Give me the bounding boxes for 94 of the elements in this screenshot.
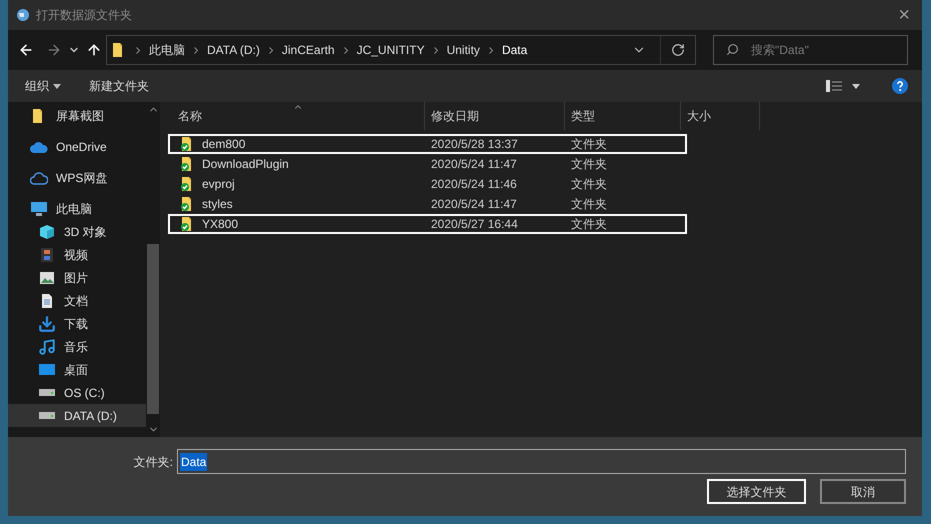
music-note-icon (38, 338, 56, 356)
breadcrumb[interactable]: DATA (D:) (207, 41, 260, 59)
sidebar-item-label: 3D 对象 (64, 224, 107, 240)
document-icon (41, 292, 53, 308)
cloud-icon (30, 140, 48, 152)
file-name: styles (202, 196, 233, 213)
download-icon (38, 314, 56, 332)
sidebar-item-label: 文档 (64, 292, 88, 310)
new-folder-button[interactable]: 新建文件夹 (89, 77, 149, 95)
sidebar-item-label: 下载 (64, 316, 88, 332)
file-name: DownloadPlugin (202, 156, 289, 173)
monitor-icon (30, 200, 48, 216)
file-type: 文件夹 (570, 136, 607, 153)
sidebar-item[interactable]: 桌面 (8, 358, 146, 381)
drive-icon (39, 389, 55, 396)
sidebar-item-label: OS (C:) (64, 384, 105, 402)
sidebar-item-label: DATA (D:) (64, 408, 117, 424)
file-row[interactable]: evproj 2020/5/24 11:46 文件夹 (168, 174, 687, 194)
sidebar-item-label: 此电脑 (56, 200, 92, 218)
address-bar[interactable]: 此电脑 DATA (D:) JinCEarth JC_UNITITY Unitity Data (106, 35, 696, 65)
sidebar-item[interactable]: OS (C:) (8, 381, 146, 404)
search-icon (726, 43, 739, 56)
chevron-icon (136, 46, 140, 54)
view-details-icon[interactable] (826, 80, 842, 92)
sidebar-item[interactable]: DATA (D:) (8, 404, 146, 427)
sidebar-item[interactable]: 3D 对象 (8, 220, 146, 243)
file-type: 文件夹 (570, 176, 607, 193)
sidebar-item[interactable]: 下载 (8, 312, 146, 335)
chevron-icon (434, 46, 438, 54)
refresh-icon[interactable] (671, 43, 685, 57)
organize-button[interactable]: 组织 (25, 77, 61, 95)
sidebar-item[interactable]: 视频 (8, 243, 146, 266)
breadcrumb[interactable]: 此电脑 (149, 41, 185, 59)
sidebar-item[interactable]: WPS网盘 (8, 166, 146, 189)
cloud-icon (30, 170, 48, 184)
breadcrumb[interactable]: Unitity (446, 41, 480, 59)
sidebar-item-label: WPS网盘 (56, 170, 108, 186)
column-header[interactable]: 大小 (681, 102, 760, 130)
chevron-icon (268, 46, 273, 54)
chevron-icon (194, 46, 198, 54)
drive-icon (39, 412, 55, 419)
modified-date: 2020/5/24 11:46 (430, 176, 518, 193)
help-icon[interactable] (892, 78, 908, 94)
sidebar-item[interactable]: 屏幕截图 (8, 104, 146, 127)
column-header[interactable]: 修改日期 (425, 102, 565, 130)
sidebar-item[interactable]: 文档 (8, 289, 146, 312)
breadcrumb[interactable]: JC_UNITITY (356, 41, 425, 59)
sidebar-item-label: 音乐 (64, 338, 88, 356)
breadcrumb[interactable]: JinCEarth (282, 41, 335, 59)
chevron-icon (344, 46, 348, 54)
folder-input[interactable]: Data (177, 449, 906, 474)
chevron-icon (488, 46, 493, 54)
modified-date: 2020/5/28 13:37 (430, 136, 519, 153)
column-header[interactable]: 类型 (565, 102, 681, 130)
folder-label: 文件夹: (134, 454, 173, 470)
cube-icon (39, 224, 55, 240)
sidebar-item[interactable]: OneDrive (8, 135, 146, 158)
search-field[interactable]: 搜索"Data" (713, 35, 908, 65)
modified-date: 2020/5/24 11:47 (430, 196, 518, 213)
back-icon[interactable] (18, 42, 34, 58)
select-folder-button[interactable]: 选择文件夹 (707, 479, 806, 504)
globe-icon (16, 8, 30, 22)
up-icon[interactable] (86, 42, 102, 58)
file-type: 文件夹 (570, 156, 607, 173)
cancel-button[interactable]: 取消 (820, 479, 906, 504)
modified-date: 2020/5/27 16:44 (430, 216, 519, 233)
file-name: YX800 (202, 216, 238, 233)
file-row[interactable]: DownloadPlugin 2020/5/24 11:47 文件夹 (168, 154, 687, 174)
sidebar-item-label: 图片 (64, 270, 88, 286)
breadcrumb[interactable]: Data (502, 41, 528, 59)
modified-date: 2020/5/24 11:47 (430, 156, 518, 173)
sidebar-item[interactable]: 音乐 (8, 335, 146, 358)
film-icon (40, 246, 54, 262)
file-type: 文件夹 (570, 216, 607, 233)
file-name: dem800 (202, 136, 246, 153)
caret-icon[interactable] (852, 84, 860, 88)
image-icon (39, 270, 55, 284)
column-header[interactable]: 名称 (160, 102, 425, 130)
file-name: evproj (202, 176, 235, 193)
forward-icon[interactable] (46, 42, 62, 58)
close-button[interactable]: × (894, 5, 914, 25)
file-type: 文件夹 (570, 196, 607, 213)
file-row[interactable]: YX800 2020/5/27 16:44 文件夹 (168, 214, 687, 234)
caret-icon (53, 84, 61, 88)
sidebar-item-label: 视频 (64, 246, 88, 264)
sidebar-item-label: 屏幕截图 (56, 108, 104, 124)
sidebar-item-label: 桌面 (64, 362, 88, 378)
window-title: 打开数据源文件夹 (36, 7, 133, 24)
sidebar-item[interactable]: 图片 (8, 266, 146, 289)
file-row[interactable]: dem800 2020/5/28 13:37 文件夹 (168, 134, 687, 154)
sidebar-item-label: OneDrive (56, 138, 107, 156)
sidebar-item[interactable]: 此电脑 (8, 197, 146, 220)
desktop-icon (38, 362, 56, 376)
file-row[interactable]: styles 2020/5/24 11:47 文件夹 (168, 194, 687, 214)
